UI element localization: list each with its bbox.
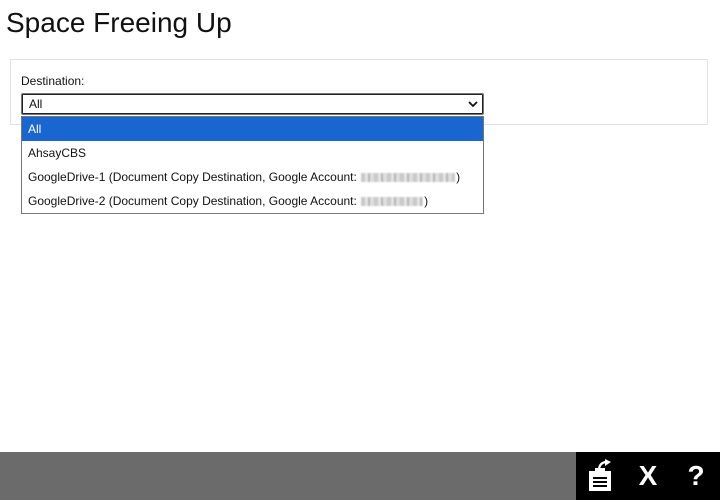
dropdown-option-googledrive-1[interactable]: GoogleDrive-1 (Document Copy Destination… — [22, 165, 483, 189]
chevron-down-icon — [468, 101, 478, 108]
destination-select[interactable]: All — [21, 93, 484, 115]
destination-select-value: All — [29, 97, 43, 111]
help-icon: ? — [687, 460, 705, 491]
dropdown-option-all[interactable]: All — [22, 117, 483, 141]
dropdown-option-ahsaycbs[interactable]: AhsayCBS — [22, 141, 483, 165]
apply-icon — [589, 459, 611, 491]
option-label-suffix: ) — [456, 170, 461, 184]
footer-actions: X ? — [576, 452, 720, 500]
dropdown-option-googledrive-2[interactable]: GoogleDrive-2 (Document Copy Destination… — [22, 189, 483, 213]
close-button[interactable]: X — [624, 452, 672, 500]
option-label: GoogleDrive-2 (Document Copy Destination… — [28, 194, 361, 208]
page-title: Space Freeing Up — [6, 7, 232, 38]
option-label-suffix: ) — [424, 194, 429, 208]
option-label: All — [28, 122, 42, 136]
option-label: GoogleDrive-1 (Document Copy Destination… — [28, 170, 361, 184]
apply-button[interactable] — [576, 452, 624, 500]
destination-dropdown-list: All AhsayCBS GoogleDrive-1 (Document Cop… — [21, 116, 484, 214]
option-label: AhsayCBS — [28, 146, 87, 160]
destination-label: Destination: — [21, 74, 85, 88]
close-icon: X — [638, 460, 658, 491]
redacted-account — [361, 197, 424, 207]
help-button[interactable]: ? — [672, 452, 720, 500]
redacted-account — [361, 173, 456, 183]
